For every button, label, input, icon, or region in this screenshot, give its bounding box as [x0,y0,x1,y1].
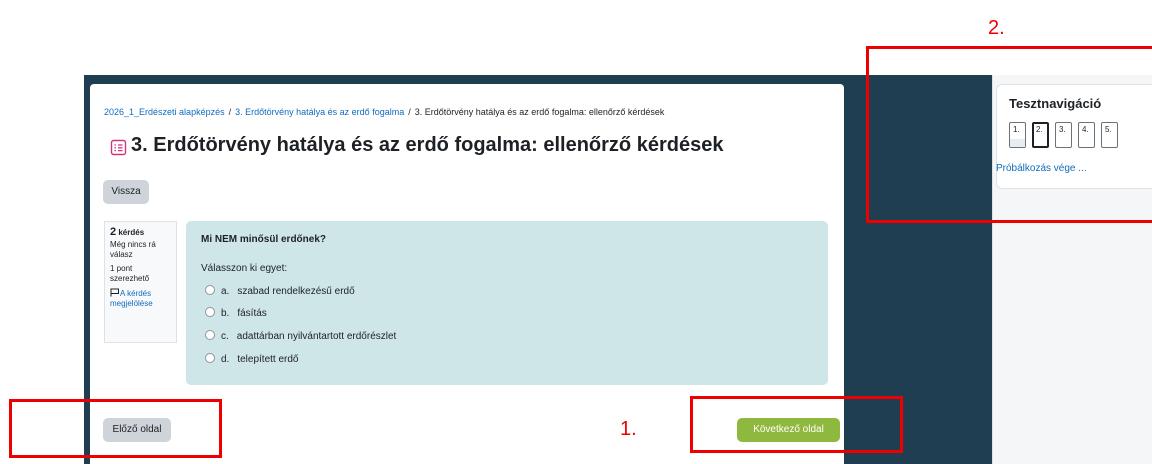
answer-option-d[interactable]: d. telepített erdő [205,353,299,365]
radio-button[interactable] [205,307,215,317]
question-number: 2 [110,226,117,238]
breadcrumb-section-link[interactable]: 3. Erdőtörvény hatálya és az erdő fogalm… [235,107,404,117]
radio-button[interactable] [205,285,215,295]
annotation-box-navigation [866,46,1152,223]
question-prompt: Válasszon ki egyet: [201,263,288,274]
option-label: fásítás [237,308,267,319]
breadcrumb-separator: / [408,107,411,117]
option-letter: c. [221,331,229,342]
option-label: adattárban nyilvántartott erdőrészlet [236,331,397,342]
annotation-box-previous [9,399,222,458]
back-button[interactable]: Vissza [103,180,149,204]
radio-button[interactable] [205,353,215,363]
page-title: 3. Erdőtörvény hatálya és az erdő fogalm… [131,134,724,156]
option-label: szabad rendelkezésű erdő [237,286,355,297]
breadcrumb-separator: / [228,107,232,117]
breadcrumb-current: 3. Erdőtörvény hatálya és az erdő fogalm… [414,107,665,117]
flag-icon [110,288,119,297]
radio-button[interactable] [205,330,215,340]
answer-option-a[interactable]: a. szabad rendelkezésű erdő [205,285,355,297]
answer-option-b[interactable]: b. fásítás [205,307,267,319]
option-label: telepített erdő [237,354,299,365]
breadcrumb: 2026_1_Erdészeti alapképzés/3. Erdőtörvé… [104,107,664,117]
question-status: Még nincs rá válasz [110,240,156,259]
flag-question-link[interactable]: A kérdés megjelölése [110,288,171,309]
question-number-label: kérdés [118,228,145,237]
breadcrumb-course-link[interactable]: 2026_1_Erdészeti alapképzés [104,107,225,117]
annotation-box-next [690,396,903,453]
quiz-icon [110,139,127,156]
question-text: Mi NEM minősül erdőnek? [201,234,327,245]
question-info-box: 2 kérdés Még nincs rá válasz 1 pont szer… [104,221,177,343]
annotation-label-1: 1. [620,418,637,440]
option-letter: a. [221,286,230,297]
question-points: 1 pont szerezhető [110,264,150,283]
annotation-label-2: 2. [988,17,1005,39]
answer-option-c[interactable]: c. adattárban nyilvántartott erdőrészlet [205,330,396,342]
option-letter: b. [221,308,230,319]
option-letter: d. [221,354,230,365]
